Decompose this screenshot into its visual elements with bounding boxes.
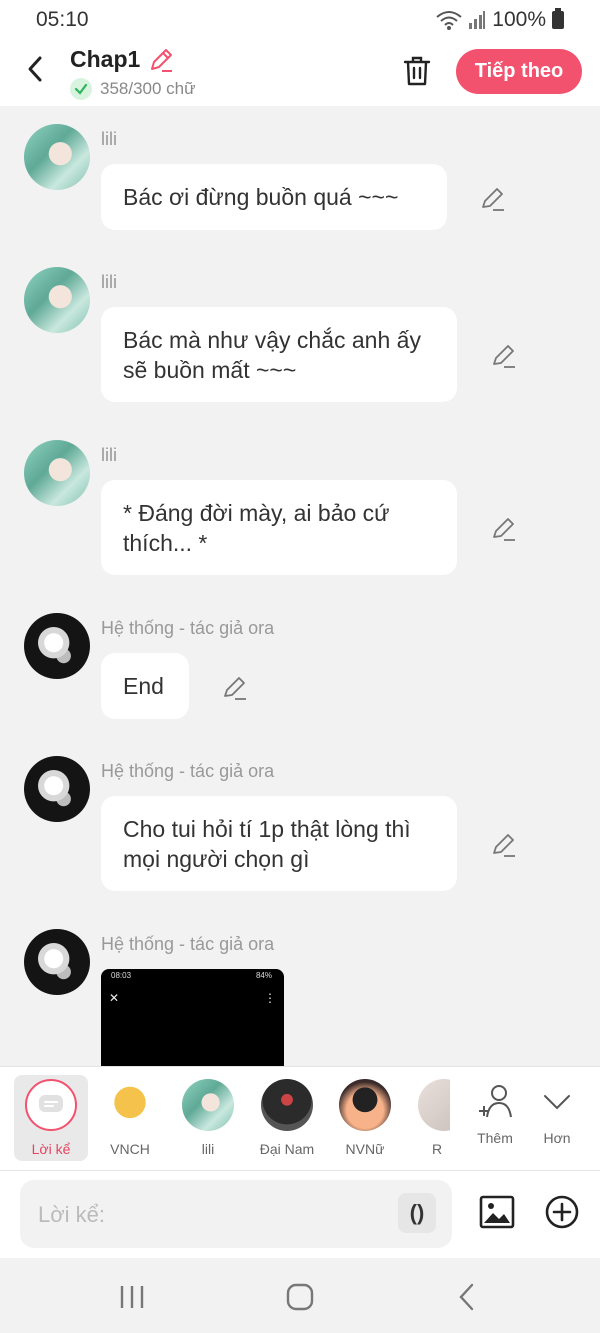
word-count: 358/300 chữ	[70, 78, 196, 100]
character-avatar	[104, 1079, 156, 1131]
avatar-system[interactable]	[24, 929, 90, 995]
character-lili[interactable]: lili	[171, 1075, 245, 1157]
image-icon	[479, 1195, 515, 1229]
edit-pencil-icon[interactable]	[491, 343, 517, 369]
character-avatar	[339, 1079, 391, 1131]
battery-percent: 100%	[492, 8, 546, 31]
character-nvnu[interactable]: NVNữ	[328, 1075, 402, 1157]
recent-apps-icon[interactable]	[116, 1282, 148, 1312]
home-icon[interactable]	[284, 1282, 316, 1312]
edit-pencil-icon[interactable]	[491, 832, 517, 858]
narration-input[interactable]: Lời kể:	[20, 1180, 452, 1248]
character-label: NVNữ	[345, 1141, 385, 1157]
message-bubble[interactable]: End	[101, 653, 189, 719]
close-icon: ✕	[109, 991, 120, 1005]
sender-name: Hệ thống - tác giả ora	[101, 618, 275, 638]
edit-pencil-icon[interactable]	[222, 675, 248, 701]
avatar-lili[interactable]	[24, 440, 90, 506]
character-label: Đại Nam	[259, 1141, 315, 1157]
parentheses-button[interactable]: ()	[398, 1193, 436, 1233]
character-r[interactable]: R	[410, 1075, 450, 1157]
character-label: VNCH	[110, 1141, 150, 1157]
avatar-system[interactable]	[24, 613, 90, 679]
speech-bubble-icon	[39, 1095, 63, 1112]
expand-button[interactable]: Hơn	[520, 1075, 594, 1146]
next-button[interactable]: Tiếp theo	[456, 49, 582, 94]
message-bubble[interactable]: * Đáng đời mày, ai bảo cứ thích... *	[101, 480, 457, 575]
sender-name: lili	[101, 445, 117, 465]
avatar-system[interactable]	[24, 756, 90, 822]
image-message[interactable]: 08:03 84% ✕ ⋮	[101, 969, 284, 1066]
edit-pencil-icon[interactable]	[491, 516, 517, 542]
image-status-battery: 84%	[255, 971, 272, 980]
sender-name: Hệ thống - tác giả ora	[101, 934, 275, 954]
trash-icon	[403, 56, 431, 86]
edit-pencil-icon[interactable]	[148, 47, 174, 73]
input-placeholder: Lời kể:	[38, 1202, 106, 1227]
avatar-lili[interactable]	[24, 267, 90, 333]
word-count-text: 358/300 chữ	[100, 79, 196, 98]
character-label: R	[432, 1141, 443, 1157]
character-label: lili	[201, 1141, 215, 1157]
system-nav-bar	[0, 1258, 600, 1333]
add-button[interactable]	[543, 1193, 581, 1231]
add-user-icon	[479, 1085, 512, 1118]
sender-name: Hệ thống - tác giả ora	[101, 761, 275, 781]
plus-circle-icon	[545, 1195, 579, 1229]
check-icon	[70, 78, 92, 100]
message-bubble[interactable]: Cho tui hỏi tí 1p thật lòng thì mọi ngườ…	[101, 796, 457, 891]
character-avatar	[182, 1079, 234, 1131]
expand-label: Hơn	[543, 1130, 571, 1146]
status-time: 05:10	[36, 8, 89, 31]
sender-name: lili	[101, 272, 117, 292]
edit-pencil-icon[interactable]	[480, 186, 506, 212]
character-vnch[interactable]: VNCH	[93, 1075, 167, 1157]
chapter-title-text: Chap1	[70, 46, 141, 72]
character-avatar	[261, 1079, 313, 1131]
message-bubble[interactable]: Bác ơi đừng buồn quá ~~~	[101, 164, 447, 230]
image-status-time: 08:03	[111, 971, 132, 980]
chat-area[interactable]: lili Bác ơi đừng buồn quá ~~~ lili Bác m…	[0, 106, 600, 1066]
signal-icon	[469, 11, 486, 29]
delete-button[interactable]	[398, 52, 436, 90]
sender-name: lili	[101, 129, 117, 149]
top-header: Chap1 358/300 chữ Tiếp theo	[0, 40, 600, 106]
insert-image-button[interactable]	[478, 1193, 516, 1231]
wifi-icon	[436, 11, 462, 30]
message-bubble[interactable]: Bác mà như vậy chắc anh ấy sẽ buồn mất ~…	[101, 307, 457, 402]
character-narration[interactable]: Lời kể	[14, 1075, 88, 1161]
character-dai-nam[interactable]: Đại Nam	[250, 1075, 324, 1157]
status-icons: 100%	[436, 8, 564, 32]
chevron-left-icon	[28, 56, 42, 82]
narration-avatar	[25, 1079, 77, 1131]
chapter-title[interactable]: Chap1	[70, 46, 174, 73]
composer: Lời kể: ()	[0, 1170, 600, 1258]
more-vertical-icon: ⋮	[264, 991, 276, 1005]
back-nav-icon[interactable]	[452, 1282, 484, 1312]
character-avatar	[418, 1079, 450, 1131]
chevron-down-icon	[544, 1095, 570, 1110]
back-button[interactable]	[18, 52, 52, 86]
character-selector: Lời kể VNCH lili Đại Nam NVNữ R Thêm Hơn	[0, 1066, 600, 1170]
avatar-lili[interactable]	[24, 124, 90, 190]
battery-icon	[552, 8, 564, 29]
character-label: Lời kể	[31, 1141, 71, 1157]
status-bar: 05:10 100%	[0, 0, 600, 40]
